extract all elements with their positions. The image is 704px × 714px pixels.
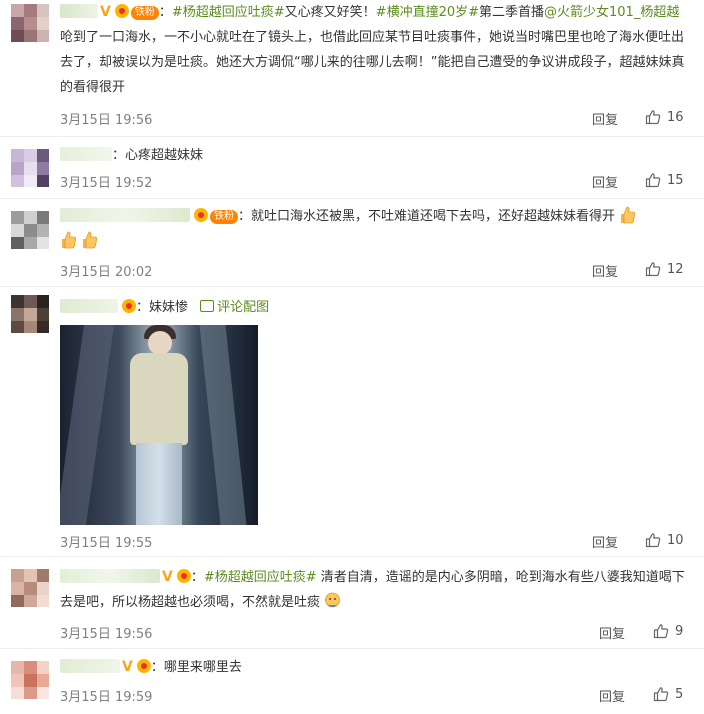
timestamp: 3月15日 19:56 xyxy=(60,627,153,642)
topic-link[interactable]: #杨超越回应吐痰# xyxy=(204,570,317,585)
comment-text: V 铁粉 ：#杨超越回应吐痰#又心疼又好笑！#横冲直撞20岁#第二季首播@火箭少女1… xyxy=(60,0,690,100)
avatar[interactable] xyxy=(11,4,49,42)
thumbs-up-emoji-icon xyxy=(83,231,98,249)
like-button[interactable]: 15 xyxy=(645,172,684,188)
username[interactable] xyxy=(60,147,112,161)
timestamp: 3月15日 19:55 xyxy=(60,536,153,551)
like-button[interactable]: 16 xyxy=(645,109,684,125)
reply-button[interactable]: 回复 xyxy=(592,109,618,128)
like-count: 9 xyxy=(675,623,684,639)
reply-button[interactable]: 回复 xyxy=(592,532,618,551)
thumbs-up-icon xyxy=(645,110,661,125)
crown-icon xyxy=(114,4,129,18)
username[interactable] xyxy=(60,299,118,313)
topic-link[interactable]: #杨超越回应吐痰# xyxy=(172,5,285,20)
comment-text: 铁粉 ：就吐口海水还被黑，不吐难道还喝下去吗，还好超越妹妹看得开 xyxy=(60,204,690,254)
verified-icon: V xyxy=(122,659,133,675)
like-count: 5 xyxy=(675,686,684,702)
crown-icon xyxy=(176,569,191,583)
avatar[interactable] xyxy=(11,661,49,699)
crying-emoji-icon xyxy=(325,592,341,608)
like-count: 10 xyxy=(667,532,684,548)
thumbs-up-icon xyxy=(653,687,669,702)
username[interactable] xyxy=(60,569,160,583)
comment-text: V ：哪里来哪里去 xyxy=(60,655,690,680)
thumbs-up-emoji-icon xyxy=(62,231,77,249)
comment-item: V ：#杨超越回应吐痰# 清者自清，造谣的是内心多阴暗，呛到海水有些八婆我知道喝下… xyxy=(0,557,704,649)
avatar[interactable] xyxy=(11,295,49,333)
thumbs-up-icon xyxy=(645,173,661,188)
verified-icon: V xyxy=(162,569,173,585)
thumbs-up-icon xyxy=(645,533,661,548)
thumbs-up-icon xyxy=(645,262,661,277)
timestamp: 3月15日 19:59 xyxy=(60,690,153,705)
reply-button[interactable]: 回复 xyxy=(592,172,618,191)
like-button[interactable]: 5 xyxy=(653,686,683,702)
verified-icon: V xyxy=(100,4,111,20)
like-button[interactable]: 12 xyxy=(645,261,684,277)
timestamp: 3月15日 19:56 xyxy=(60,113,153,128)
like-count: 12 xyxy=(667,261,684,277)
timestamp: 3月15日 19:52 xyxy=(60,176,153,191)
like-count: 16 xyxy=(667,109,684,125)
reply-button[interactable]: 回复 xyxy=(592,261,618,280)
comment-item: ：妹妹惨 评论配图 3月15日 19:55 回复 10 xyxy=(0,287,704,557)
avatar[interactable] xyxy=(11,211,49,249)
username[interactable] xyxy=(60,4,98,18)
comment-image[interactable] xyxy=(60,325,258,525)
comment-text: ：心疼超越妹妹 xyxy=(60,143,690,168)
image-icon xyxy=(200,300,215,312)
crown-icon xyxy=(122,299,136,313)
comment-item: 铁粉 ：就吐口海水还被黑，不吐难道还喝下去吗，还好超越妹妹看得开 3月15日 20… xyxy=(0,199,704,287)
reply-button[interactable]: 回复 xyxy=(599,623,625,642)
mention-link[interactable]: @火箭少女101_杨超越 xyxy=(544,5,679,20)
username[interactable] xyxy=(60,208,190,222)
fan-badge: 铁粉 xyxy=(210,210,238,224)
comment-text: ：妹妹惨 评论配图 xyxy=(60,295,690,320)
topic-link[interactable]: #横冲直撞20岁# xyxy=(376,5,479,20)
crown-icon xyxy=(194,208,208,222)
comment-text: V ：#杨超越回应吐痰# 清者自清，造谣的是内心多阴暗，呛到海水有些八婆我知道喝下… xyxy=(60,565,690,615)
comment-item: V ：哪里来哪里去 3月15日 19:59 回复 5 xyxy=(0,649,704,714)
like-button[interactable]: 10 xyxy=(645,532,684,548)
thumbs-up-emoji-icon xyxy=(621,206,636,224)
reply-button[interactable]: 回复 xyxy=(599,686,625,705)
comment-item: ：心疼超越妹妹 3月15日 19:52 回复 15 xyxy=(0,137,704,199)
thumbs-up-icon xyxy=(653,624,669,639)
avatar[interactable] xyxy=(11,569,49,607)
like-button[interactable]: 9 xyxy=(653,623,683,639)
avatar[interactable] xyxy=(11,149,49,187)
timestamp: 3月15日 20:02 xyxy=(60,265,153,280)
like-count: 15 xyxy=(667,172,684,188)
comment-picture-link[interactable]: 评论配图 xyxy=(200,300,269,315)
crown-icon xyxy=(136,659,151,673)
fan-badge: 铁粉 xyxy=(130,6,159,20)
comment-item: V 铁粉 ：#杨超越回应吐痰#又心疼又好笑！#横冲直撞20岁#第二季首播@火箭少女1… xyxy=(0,0,704,137)
username[interactable] xyxy=(60,659,120,673)
